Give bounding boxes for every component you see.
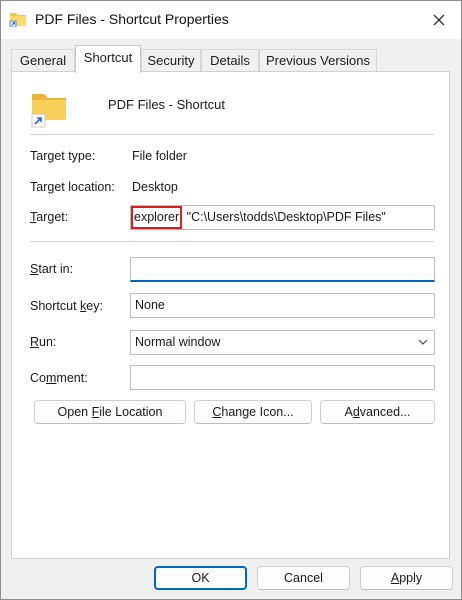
tab-details[interactable]: Details xyxy=(201,49,259,71)
target-type-value: File folder xyxy=(132,149,187,163)
change-label-rest: hange Icon... xyxy=(221,405,294,419)
start-in-label: Start in: xyxy=(30,262,73,276)
shortcut-panel: PDF Files - Shortcut Target type: File f… xyxy=(11,71,450,559)
comment-label-rest: ment: xyxy=(56,371,88,385)
properties-dialog: PDF Files - Shortcut Properties General … xyxy=(0,0,462,600)
close-icon[interactable] xyxy=(425,7,453,33)
apply-accesskey: A xyxy=(390,571,400,585)
advanced-button[interactable]: Advanced... xyxy=(320,400,435,424)
target-type-label: Target type: xyxy=(30,149,96,163)
apply-button[interactable]: Apply xyxy=(360,566,453,590)
run-label: Run: xyxy=(30,335,56,349)
cancel-button[interactable]: Cancel xyxy=(257,566,350,590)
target-field[interactable]: explorer "C:\Users\todds\Desktop\PDF Fil… xyxy=(130,205,435,230)
title-bar: PDF Files - Shortcut Properties xyxy=(1,1,461,39)
window-title: PDF Files - Shortcut Properties xyxy=(35,11,229,27)
target-label-rest: arget: xyxy=(36,210,69,224)
open-label-rest: ile Location xyxy=(99,405,163,419)
tab-general[interactable]: General xyxy=(11,49,75,71)
shortcut-key-label-pre: Shortcut xyxy=(30,299,81,313)
tab-previous-versions[interactable]: Previous Versions xyxy=(259,49,377,71)
advanced-label-rest: vanced... xyxy=(359,405,411,419)
target-path: "C:\Users\todds\Desktop\PDF Files" xyxy=(183,210,386,224)
shortcut-name: PDF Files - Shortcut xyxy=(108,97,226,112)
shortcut-key-label-rest: ey: xyxy=(86,299,103,313)
target-exe-highlight: explorer xyxy=(131,206,183,229)
shortcut-key-field[interactable]: None xyxy=(130,293,435,318)
folder-shortcut-icon xyxy=(31,94,66,128)
target-location-label: Target location: xyxy=(30,180,115,194)
ok-button[interactable]: OK xyxy=(154,566,247,590)
target-label: Target: xyxy=(30,210,68,224)
start-in-label-rest: tart in: xyxy=(38,262,74,276)
tab-security[interactable]: Security xyxy=(141,49,201,71)
change-icon-button[interactable]: Change Icon... xyxy=(194,400,312,424)
target-location-value: Desktop xyxy=(132,180,178,194)
tab-shortcut[interactable]: Shortcut xyxy=(75,45,141,73)
comment-label-pre: Co xyxy=(30,371,46,385)
open-label-pre: Open xyxy=(57,405,92,419)
shortcut-key-label: Shortcut key: xyxy=(30,299,103,313)
chevron-down-icon xyxy=(418,339,428,345)
start-in-field[interactable] xyxy=(130,257,435,282)
advanced-accesskey: d xyxy=(352,405,360,419)
divider xyxy=(30,241,434,242)
apply-label-rest: pply xyxy=(399,571,423,585)
open-file-location-button[interactable]: Open File Location xyxy=(34,400,186,424)
run-label-rest: un: xyxy=(39,335,57,349)
run-accesskey: R xyxy=(30,335,40,349)
run-select-value: Normal window xyxy=(135,335,221,349)
advanced-label-pre: A xyxy=(344,405,353,419)
comment-accesskey: m xyxy=(45,371,57,385)
comment-field[interactable] xyxy=(130,365,435,390)
comment-label: Comment: xyxy=(30,371,88,385)
divider xyxy=(30,134,434,135)
tab-strip: General Shortcut Security Details Previo… xyxy=(11,45,451,73)
folder-shortcut-icon xyxy=(9,13,26,27)
run-select[interactable]: Normal window xyxy=(130,330,435,355)
